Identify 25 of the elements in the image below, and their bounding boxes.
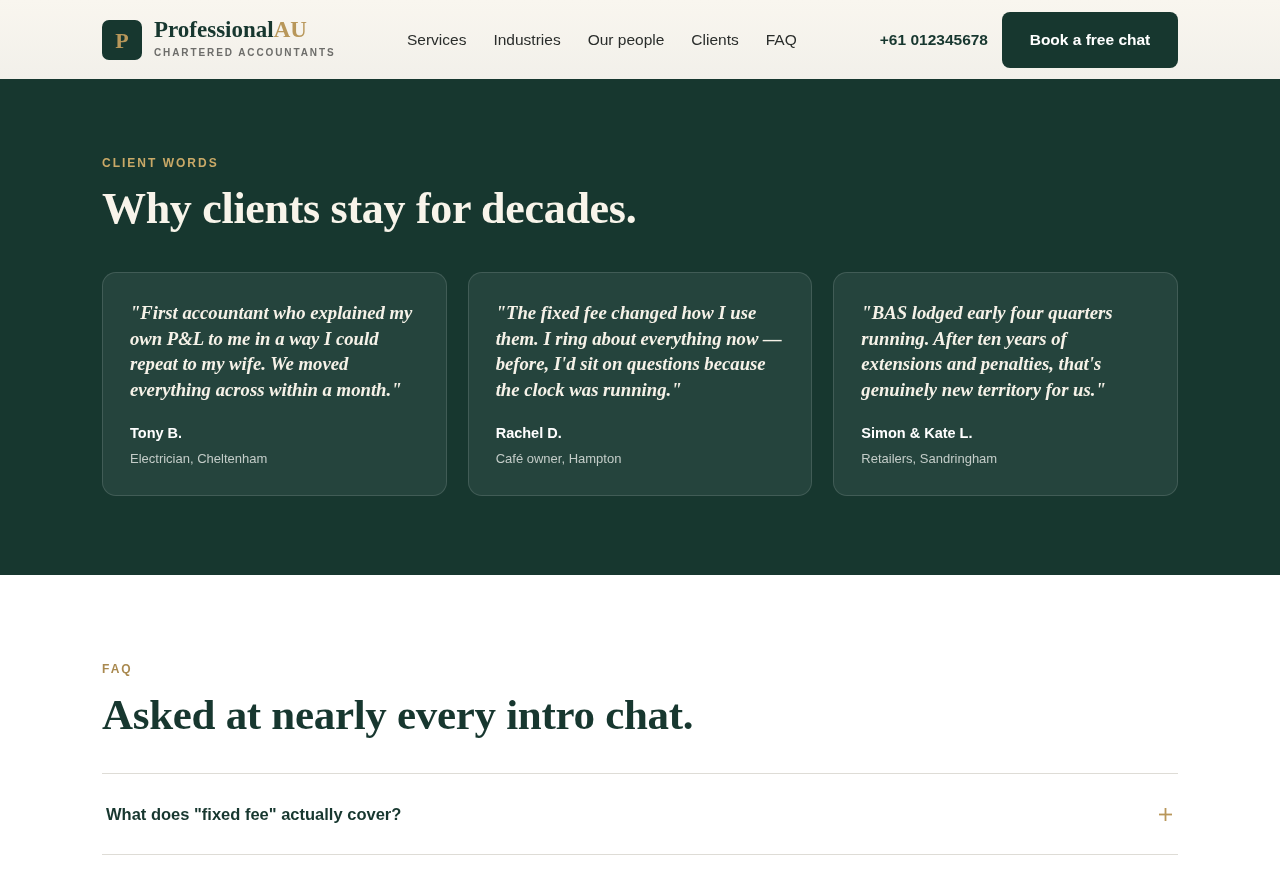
testimonial-quote: "The fixed fee changed how I use them. I ring about everything now — before, I'd sit on questions because the clock was running."	[495, 301, 783, 402]
brand-name: ProfessionalAU	[154, 17, 308, 43]
section-title: Why clients stay for decades.	[102, 183, 638, 235]
client-name: Rachel D.	[495, 424, 563, 443]
nav-link[interactable]: FAQ	[765, 30, 797, 49]
nav-link[interactable]: Clients	[691, 30, 739, 49]
nav-link[interactable]: Industries	[493, 30, 561, 49]
client-role: Retailers, Sandringham	[861, 450, 999, 468]
section-eyebrow: CLIENT WORDS	[102, 155, 220, 171]
client-role: Electrician, Cheltenham	[130, 450, 269, 468]
client-name: Simon & Kate L.	[861, 424, 974, 443]
phone-link[interactable]: +61 012345678	[879, 30, 988, 49]
nav-link[interactable]: Services	[407, 30, 467, 49]
testimonial-quote: "BAS lodged early four quarters running. After ten years of extensions and penalties, that's genuinely new territory for us."	[861, 301, 1114, 402]
logo-mark: P	[102, 19, 142, 60]
section-title: Asked at nearly every intro chat.	[102, 690, 695, 740]
book-chat-button[interactable]: Book a free chat	[1002, 11, 1178, 68]
plus-icon[interactable]	[1159, 807, 1172, 821]
client-role: Café owner, Hampton	[495, 450, 623, 468]
faq-question[interactable]: What does "fixed fee" actually cover?	[106, 804, 402, 824]
section-eyebrow: FAQ	[102, 661, 134, 677]
client-name: Tony B.	[130, 424, 184, 443]
nav-link[interactable]: Our people	[587, 30, 665, 49]
brand-tagline: CHARTERED ACCOUNTANTS	[154, 46, 336, 58]
testimonial-quote: "First accountant who explained my own P&L to me in a way I could repeat to my wife. We moved everything across within a month."	[130, 301, 414, 402]
